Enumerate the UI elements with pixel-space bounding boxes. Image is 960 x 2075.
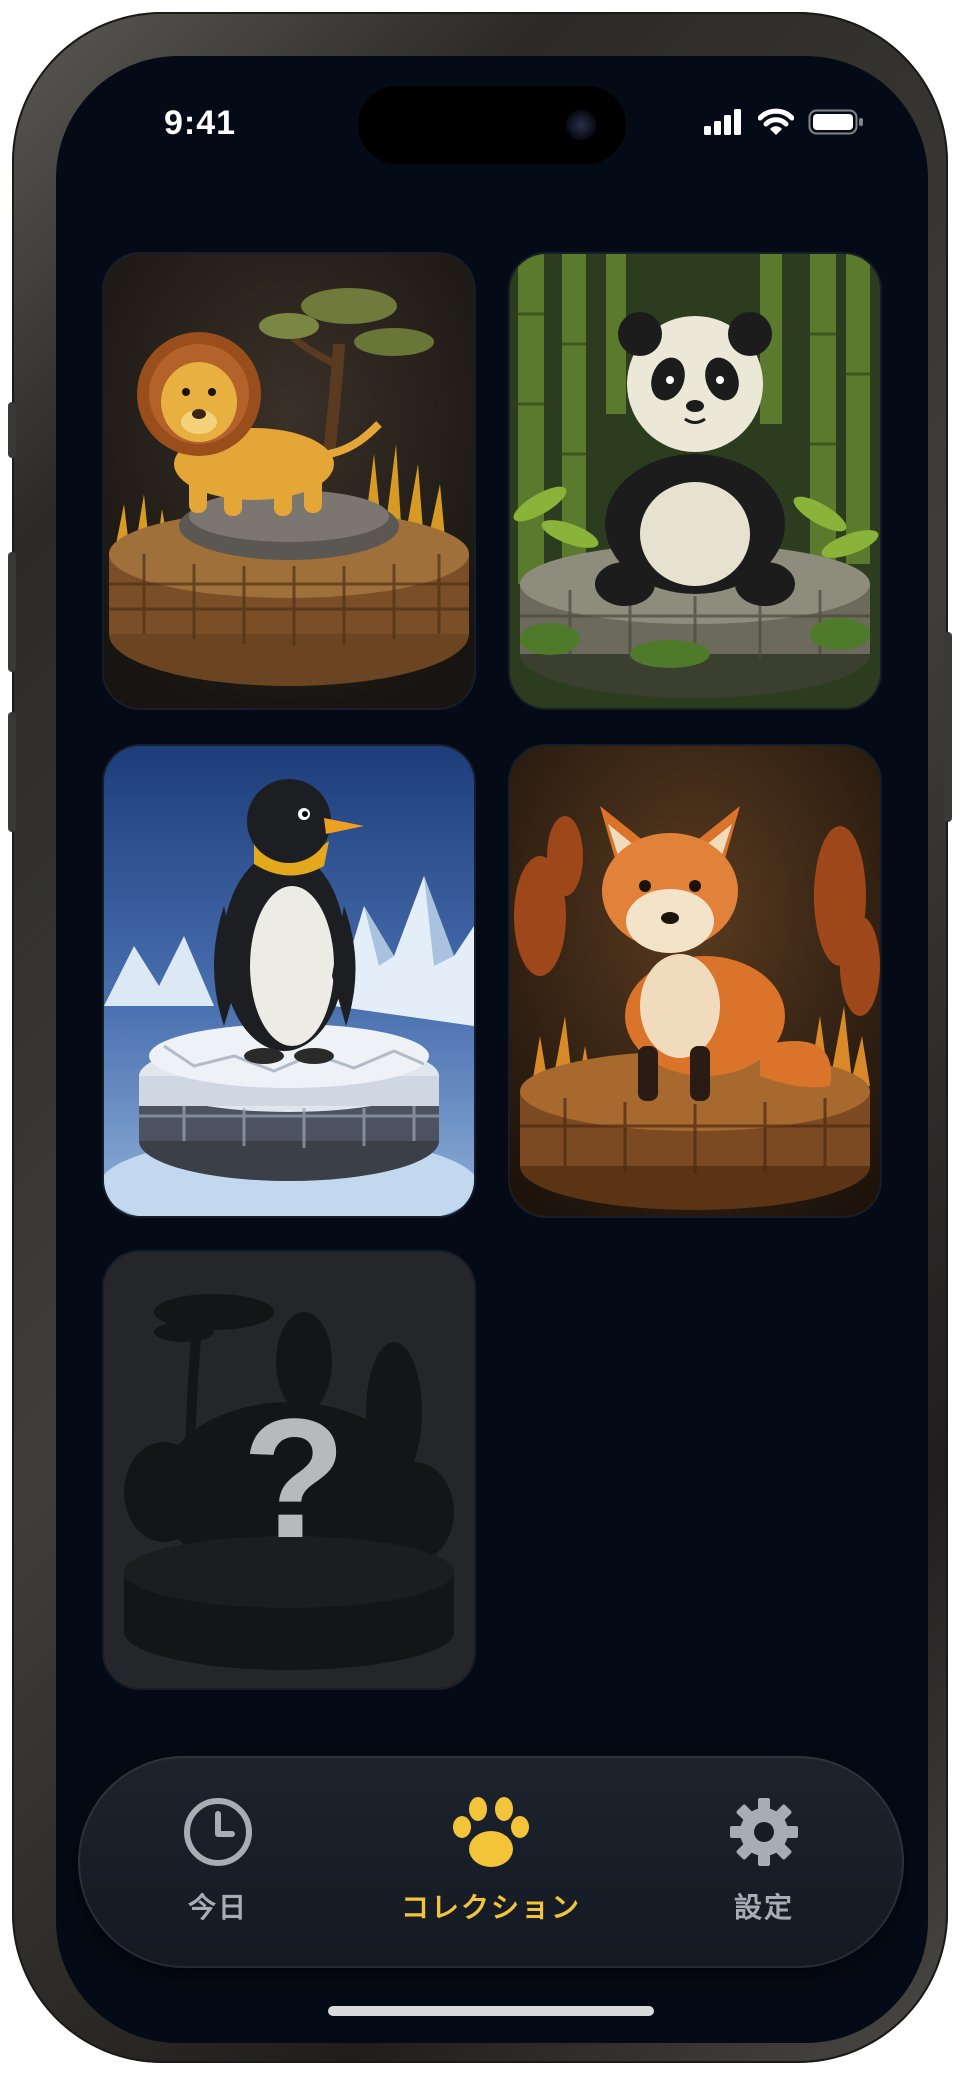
tab-today[interactable]: 今日 [108,1792,328,1926]
paw-icon [453,1797,529,1867]
collection-card-lion[interactable] [104,254,474,708]
tab-settings[interactable]: 設定 [654,1792,874,1926]
home-indicator[interactable] [328,2006,654,2016]
phone-frame: 9:41 ? 今日 コレクション 設定 [8,12,952,2063]
dynamic-island [358,86,626,164]
collection-card-penguin[interactable] [104,746,474,1216]
camera-icon [566,110,596,140]
tab-collection[interactable]: コレクション [381,1792,601,1926]
cellular-signal-icon [704,109,741,135]
tab-bar: 今日 コレクション 設定 [78,1756,904,1968]
action-button [8,402,16,458]
status-bar: 9:41 [56,56,928,176]
volume-down-button [8,712,16,832]
collection-card-locked[interactable]: ? [104,1252,474,1688]
tab-today-label: 今日 [187,1892,248,1923]
volume-up-button [8,552,16,672]
app-screen: 9:41 ? 今日 コレクション 設定 [56,56,928,2043]
gear-icon [730,1798,798,1866]
collection-card-panda[interactable] [510,254,880,708]
clock-icon [184,1798,252,1866]
penguin-figure-image [104,746,474,1216]
tab-settings-label: 設定 [733,1892,794,1923]
locked-silhouette-image: ? [104,1252,474,1688]
lion-figure-image [104,254,474,708]
locked-question-mark: ? [242,1384,346,1574]
status-time: 9:41 [164,104,237,142]
tab-collection-label: コレクション [400,1892,581,1923]
fox-figure-image [510,746,880,1216]
wifi-icon [758,108,794,135]
panda-figure-image [510,254,880,708]
collection-card-fox[interactable] [510,746,880,1216]
power-button [944,632,952,822]
battery-icon [808,109,863,135]
status-icons [704,108,864,136]
